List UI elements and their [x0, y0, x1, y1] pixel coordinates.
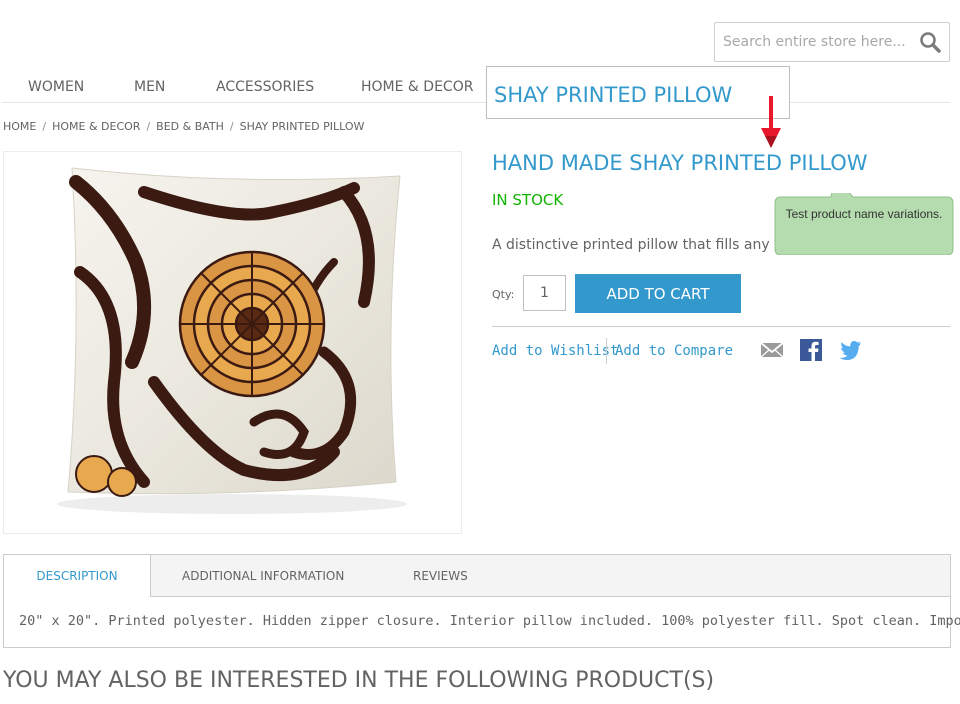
- short-description: A distinctive printed pillow that fills …: [492, 237, 780, 253]
- breadcrumb-current: SHAY PRINTED PILLOW: [239, 120, 365, 133]
- add-to-compare-link[interactable]: Add to Compare: [615, 343, 733, 359]
- annotation-title-box: SHAY PRINTED PILLOW: [486, 66, 790, 119]
- annotation-arrow-icon: [761, 96, 781, 148]
- search-box: [714, 22, 950, 62]
- nav-divider: [2, 102, 950, 103]
- tab-description[interactable]: DESCRIPTION: [4, 555, 151, 597]
- email-icon[interactable]: [760, 339, 784, 361]
- facebook-icon[interactable]: [799, 339, 823, 361]
- tooltip-bubble: [774, 193, 954, 255]
- add-to-wishlist-link[interactable]: Add to Wishlist: [492, 343, 618, 359]
- annotation-title: SHAY PRINTED PILLOW: [494, 83, 733, 107]
- annotation-tooltip: Test product name variations.: [773, 193, 955, 255]
- product-image[interactable]: [3, 151, 462, 534]
- qty-input[interactable]: [523, 275, 566, 311]
- breadcrumb-home[interactable]: HOME: [3, 120, 36, 133]
- nav-item-accessories[interactable]: ACCESSORIES: [216, 79, 314, 95]
- product-name: HAND MADE SHAY PRINTED PILLOW: [492, 151, 868, 175]
- search-input[interactable]: [721, 31, 915, 53]
- nav-item-men[interactable]: MEN: [134, 79, 165, 95]
- product-tabs: DESCRIPTION ADDITIONAL INFORMATION REVIE…: [3, 554, 960, 648]
- add-to-cart-button[interactable]: ADD TO CART: [575, 274, 741, 313]
- stock-status: IN STOCK: [492, 191, 564, 209]
- breadcrumb-home-decor[interactable]: HOME & DECOR: [52, 120, 140, 133]
- nav-item-women[interactable]: WOMEN: [28, 79, 84, 95]
- breadcrumb: HOME / HOME & DECOR / BED & BATH / SHAY PRINTE…: [3, 120, 365, 133]
- twitter-icon[interactable]: [838, 339, 862, 361]
- link-separator: [606, 338, 607, 364]
- actions-divider: [492, 326, 950, 327]
- tooltip-text: Test product name variations.: [785, 207, 943, 221]
- tab-additional-information[interactable]: ADDITIONAL INFORMATION: [182, 555, 344, 596]
- nav-item-home-decor[interactable]: HOME & DECOR: [361, 79, 473, 95]
- search-icon[interactable]: [919, 31, 941, 53]
- tab-reviews[interactable]: REVIEWS: [413, 555, 468, 596]
- upsell-heading: YOU MAY ALSO BE INTERESTED IN THE FOLLOW…: [3, 668, 715, 693]
- qty-label: Qty:: [492, 288, 515, 301]
- breadcrumb-bed-bath[interactable]: BED & BATH: [156, 120, 224, 133]
- description-text: 20" x 20". Printed polyester. Hidden zip…: [19, 613, 960, 629]
- pillow-image: [57, 167, 407, 514]
